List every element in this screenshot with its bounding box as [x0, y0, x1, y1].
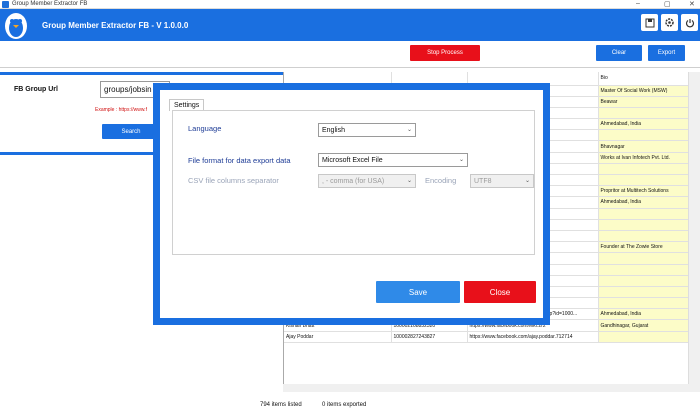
cell-bio: Works at Ivan Infotech Pvt. Ltd. — [598, 152, 689, 164]
vertical-scrollbar[interactable] — [688, 72, 700, 384]
cell-bio: Beawar — [598, 96, 689, 108]
app-header: Group Member Extractor FB - V 1.0.0.0 — [0, 9, 700, 41]
chevron-down-icon: ⌄ — [458, 157, 464, 163]
encoding-value: UTF8 — [474, 177, 492, 185]
cell-id: 100002827243827 — [391, 331, 468, 343]
cell-bio — [598, 107, 689, 120]
left-panel-top-divider — [0, 72, 283, 75]
cell-bio — [598, 252, 689, 265]
settings-groupbox: Language English ⌄ File format for data … — [172, 110, 535, 255]
left-panel-divider — [0, 152, 160, 155]
close-window-icon[interactable]: ✕ — [689, 0, 695, 8]
items-listed-count: 794 items listed — [260, 402, 302, 408]
settings-dialog: Settings Language English ⌄ File format … — [153, 83, 550, 325]
app-title: Group Member Extractor FB - V 1.0.0.0 — [42, 21, 189, 30]
toolbar: Stop Process Clear Export — [0, 41, 700, 68]
horizontal-scrollbar[interactable] — [283, 384, 700, 392]
cell-bio: Founder at The Zowie Store — [598, 241, 689, 254]
csv-separator-select[interactable]: , - comma (for USA) ⌄ — [318, 174, 416, 188]
cell-bio — [598, 264, 689, 276]
cell-bio — [598, 129, 689, 142]
encoding-select[interactable]: UTF8 ⌄ — [470, 174, 534, 188]
app-icon — [2, 1, 9, 8]
cell-bio: Propritor at Multitech Solutions — [598, 185, 689, 198]
cell-bio: Ahmedabad, India — [598, 118, 689, 131]
gear-icon[interactable] — [661, 14, 678, 31]
cell-bio — [598, 208, 689, 220]
cell-bio: Ahmedabad, India — [598, 308, 689, 321]
minimize-icon[interactable]: – — [636, 0, 640, 7]
penguin-logo-icon — [5, 13, 27, 39]
status-bar: 794 items listed 0 items exported — [0, 392, 700, 411]
csv-separator-value: , - comma (for USA) — [322, 177, 385, 185]
cell-bio — [598, 174, 689, 187]
chevron-down-icon: ⌄ — [524, 178, 530, 184]
cell-bio — [598, 230, 689, 243]
fb-group-url-label: FB Group Url — [14, 86, 58, 93]
cell-bio: Ahmedabad, India — [598, 196, 689, 209]
export-button[interactable]: Export — [648, 45, 685, 61]
cell-name: Ajay Poddar — [284, 331, 392, 343]
cell-bio — [598, 297, 689, 310]
save-file-icon[interactable] — [641, 14, 658, 31]
cell-bio: Gandhinagar, Gujarat — [598, 319, 689, 332]
cell-bio: Master Of Social Work (MSW) — [598, 85, 689, 97]
power-icon[interactable] — [681, 14, 698, 31]
chevron-down-icon: ⌄ — [406, 127, 412, 133]
close-button[interactable]: Close — [464, 281, 536, 303]
language-label: Language — [188, 124, 222, 133]
chevron-down-icon: ⌄ — [406, 178, 412, 184]
cell-bio — [598, 275, 689, 287]
file-format-label: File format for data export data — [188, 156, 291, 165]
encoding-label: Encoding — [425, 176, 457, 185]
maximize-icon[interactable]: ▢ — [664, 0, 671, 8]
cell-bio: Bhavnagar — [598, 140, 689, 153]
cell-bio — [598, 219, 689, 231]
url-example-text: Example : https://www.f — [95, 107, 147, 113]
window-title: Group Member Extractor FB — [12, 1, 88, 7]
save-button[interactable]: Save — [376, 281, 460, 303]
stop-process-button[interactable]: Stop Process — [410, 45, 480, 61]
search-button[interactable]: Search — [102, 124, 160, 139]
cell-bio — [598, 331, 689, 343]
file-format-select[interactable]: Microsoft Excel File ⌄ — [318, 153, 468, 167]
clear-button[interactable]: Clear — [596, 45, 642, 61]
window-titlebar: Group Member Extractor FB – ▢ ✕ — [0, 0, 700, 9]
cell-url: https://www.facebook.com/ajay.poddar.712… — [467, 331, 599, 343]
csv-separator-label: CSV file columns separator — [188, 176, 279, 185]
header-bio: Bio — [598, 72, 689, 86]
language-value: English — [322, 126, 345, 134]
file-format-value: Microsoft Excel File — [322, 156, 383, 164]
items-exported-count: 0 items exported — [322, 402, 367, 408]
table-row[interactable]: Ajay Poddar 100002827243827 https://www.fa… — [284, 331, 689, 343]
language-select[interactable]: English ⌄ — [318, 123, 416, 137]
cell-bio — [598, 163, 689, 176]
cell-bio — [598, 286, 689, 299]
